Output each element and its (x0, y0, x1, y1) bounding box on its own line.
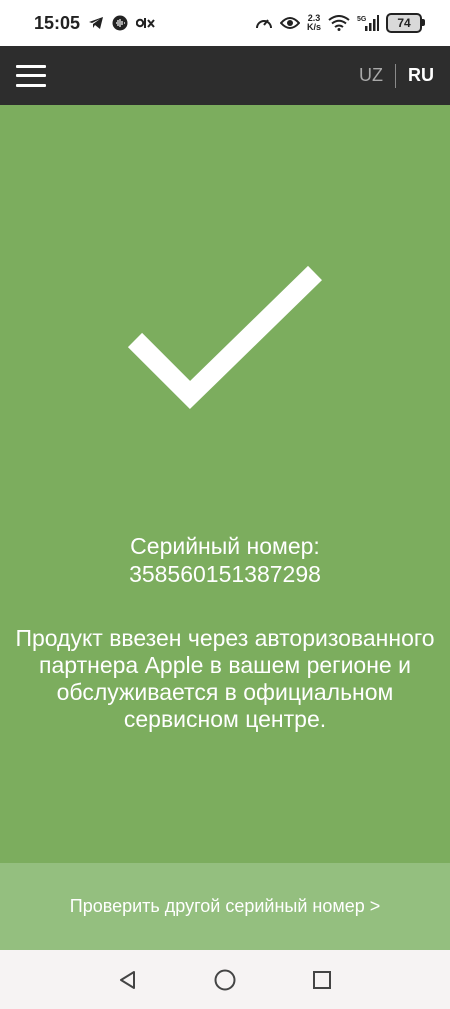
result-message: Продукт ввезен через авторизованного пар… (15, 625, 435, 732)
back-icon[interactable] (106, 958, 150, 1002)
network-speed: 2.3 K/s (307, 14, 321, 32)
svg-text:5G: 5G (357, 16, 367, 23)
result-panel: Серийный номер: 358560151387298 Продукт … (0, 105, 450, 863)
serial-info: Серийный номер: 358560151387298 (0, 532, 450, 588)
app-bar: UZ RU (0, 46, 450, 105)
checkmark-icon (127, 265, 322, 410)
voice-icon (112, 15, 128, 31)
battery-level: 74 (397, 16, 411, 30)
telegram-icon (88, 16, 104, 30)
serial-number: 358560151387298 (129, 561, 321, 587)
network-speed-unit: K/s (306, 22, 321, 32)
eye-icon (279, 16, 300, 30)
recents-icon[interactable] (300, 958, 344, 1002)
home-icon[interactable] (203, 958, 247, 1002)
wifi-icon (328, 15, 350, 31)
signal-icon: 5G (357, 15, 379, 31)
lang-uz-button[interactable]: UZ (347, 65, 395, 86)
menu-icon[interactable] (16, 64, 46, 87)
system-nav-bar (0, 950, 450, 1009)
status-time: 15:05 (34, 12, 81, 33)
language-switch: UZ RU (347, 63, 434, 88)
serial-label: Серийный номер: (130, 533, 320, 559)
speedometer-icon (255, 15, 273, 31)
status-bar: 15:05 2.3 K/s 5G 74 (0, 0, 450, 46)
olx-icon (136, 17, 156, 29)
check-another-button[interactable]: Проверить другой серийный номер > (0, 863, 450, 950)
battery-icon: 74 (386, 13, 425, 33)
lang-ru-button[interactable]: RU (396, 65, 434, 86)
